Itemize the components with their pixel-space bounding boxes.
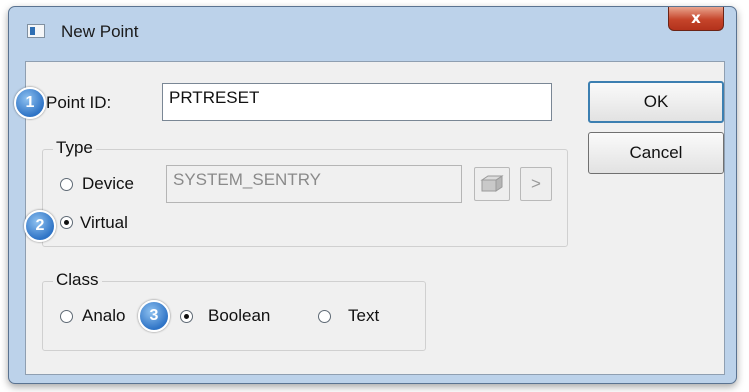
analog-label: Analo — [82, 306, 126, 325]
browse-icon — [480, 175, 504, 192]
boolean-label: Boolean — [208, 306, 271, 325]
device-label: Device — [82, 174, 134, 193]
device-radio[interactable] — [60, 178, 73, 191]
close-button[interactable]: x — [668, 7, 724, 31]
browse-button — [474, 167, 510, 201]
app-icon — [27, 24, 45, 38]
analog-radio[interactable] — [60, 310, 73, 323]
boolean-radio[interactable] — [180, 310, 193, 323]
virtual-radio[interactable] — [60, 216, 73, 229]
callout-badge-3: 3 — [138, 300, 170, 332]
window-title: New Point — [61, 22, 139, 41]
close-icon: x — [691, 9, 701, 27]
type-group-title: Type — [53, 138, 96, 158]
virtual-label: Virtual — [80, 213, 128, 232]
class-group-title: Class — [53, 270, 102, 290]
callout-badge-2: 2 — [24, 210, 56, 242]
point-id-input[interactable]: PRTRESET — [162, 83, 552, 121]
ok-button[interactable]: OK — [588, 81, 724, 123]
text-label: Text — [348, 306, 380, 325]
point-id-label: Point ID: — [46, 93, 112, 112]
text-radio[interactable] — [318, 310, 331, 323]
dialog-window: New Point x 1 Point ID: PRTRESET OK Canc… — [8, 6, 737, 384]
chevron-right-icon: > — [531, 174, 541, 193]
device-input: SYSTEM_SENTRY — [166, 165, 462, 203]
callout-badge-1: 1 — [14, 87, 46, 119]
arrow-button: > — [520, 167, 552, 201]
cancel-button[interactable]: Cancel — [588, 132, 724, 174]
dialog-body: 1 Point ID: PRTRESET OK Cancel Type Devi… — [14, 61, 725, 375]
title-bar[interactable]: New Point x — [9, 7, 736, 51]
